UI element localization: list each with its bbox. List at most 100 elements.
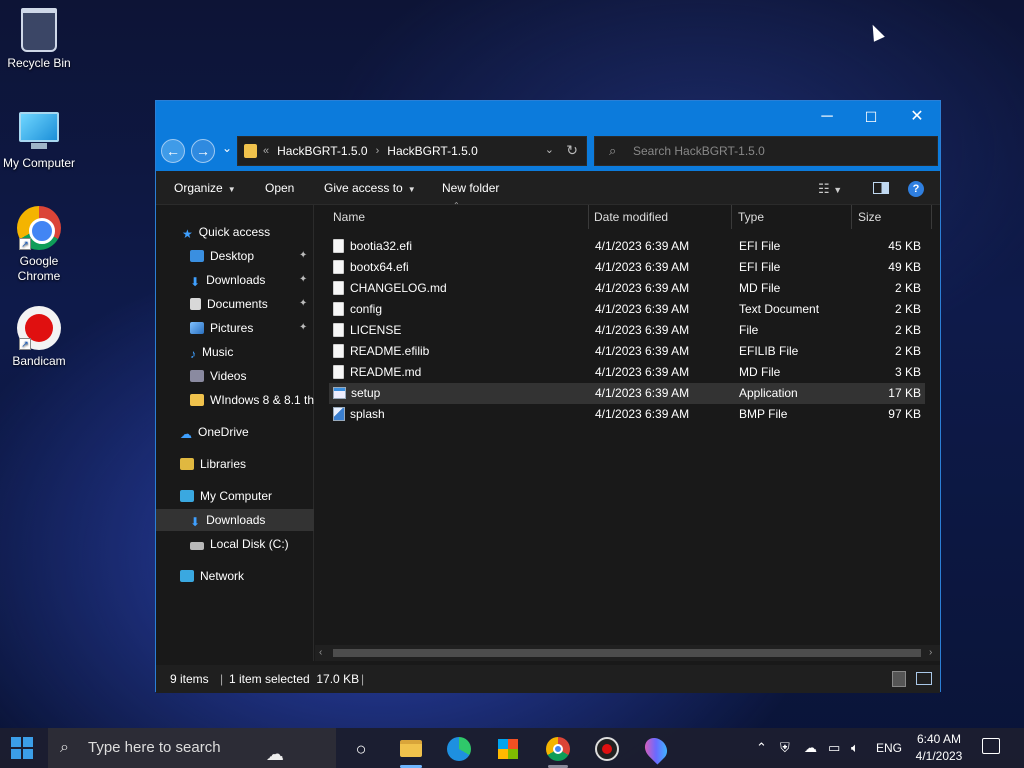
nav-label: Videos [210,369,247,383]
clock[interactable]: 6:40 AM 4/1/2023 [906,731,972,765]
file-name-cell: config [333,299,382,320]
open-button[interactable]: Open [265,171,294,205]
large-icons-view-icon[interactable] [916,672,932,685]
breadcrumb-separator-icon[interactable]: › [376,145,380,157]
table-row[interactable]: config 4/1/2023 6:39 AM Text Document 2 KB [329,299,925,320]
horizontal-scrollbar[interactable]: ‹ › [315,645,940,661]
weather-icon[interactable]: ☁ [266,734,284,768]
nav-downloads[interactable]: ⬇ Downloads ✦ [156,269,314,291]
scrollbar-thumb[interactable] [333,649,921,657]
desktop-icon-recycle-bin[interactable]: Recycle Bin [0,8,78,70]
file-icon [333,281,344,295]
folder-icon [190,394,204,406]
microsoft-store-icon[interactable] [493,734,523,764]
column-divider[interactable] [731,205,732,229]
nav-windows-folder[interactable]: WIndows 8 & 8.1 th [156,389,314,411]
scroll-left-icon[interactable]: ‹ [319,645,322,661]
desktop-icon-google-chrome[interactable]: ↗ Google Chrome [0,206,78,284]
table-row[interactable]: README.md 4/1/2023 6:39 AM MD File 3 KB [329,362,925,383]
address-overflow[interactable]: « [263,145,269,157]
pin-icon: ✦ [299,298,308,309]
column-divider[interactable] [851,205,852,229]
column-divider[interactable] [931,205,932,229]
organize-label: Organize [174,181,223,195]
nav-desktop[interactable]: Desktop ✦ [156,245,314,267]
minimize-button[interactable]: ─ [804,107,850,127]
forward-button[interactable]: → [191,139,215,163]
new-folder-button[interactable]: New folder [442,171,499,205]
file-name-cell: bootx64.efi [333,257,409,278]
column-header-size[interactable]: Size [858,205,881,229]
column-header-name[interactable]: Name [333,205,365,229]
change-view-icon[interactable]: ☷ ▼ [818,181,842,197]
desktop-icon-bandicam[interactable]: ↗ Bandicam [0,306,78,368]
show-hidden-icons-icon[interactable]: ⌃ [756,728,767,768]
type-cell: BMP File [739,407,788,421]
paint-app-icon[interactable] [640,733,672,765]
table-row[interactable]: CHANGELOG.md 4/1/2023 6:39 AM MD File 2 KB [329,278,925,299]
column-header-date[interactable]: Date modified [594,205,668,229]
maximize-button[interactable]: ☐ [848,107,894,127]
nav-network[interactable]: Network [156,565,314,587]
nav-pictures[interactable]: Pictures ✦ [156,317,314,339]
nav-music[interactable]: ♪ Music [156,341,314,363]
table-row[interactable]: bootia32.efi 4/1/2023 6:39 AM EFI File 45 K… [329,236,925,257]
table-row[interactable]: setup 4/1/2023 6:39 AM Application 17 KB [329,383,925,404]
column-header-type[interactable]: Type [738,205,764,229]
type-cell: EFI File [739,239,781,253]
address-bar[interactable]: « HackBGRT-1.5.0 › HackBGRT-1.5.0 ⌄ ↻ [237,136,587,166]
file-name-cell: CHANGELOG.md [333,278,447,299]
nav-onedrive[interactable]: ☁ OneDrive [156,421,314,443]
breadcrumb-item[interactable]: HackBGRT-1.5.0 [387,144,477,158]
nav-libraries[interactable]: Libraries [156,453,314,475]
recent-locations-chevron-icon[interactable]: ⌄ [222,141,232,155]
desktop-icon-my-computer[interactable]: My Computer [0,108,78,170]
nav-local-disk[interactable]: Local Disk (C:) [156,533,314,555]
help-icon[interactable]: ? [908,181,924,197]
notification-center-icon[interactable] [982,738,1000,754]
start-button[interactable] [11,737,35,759]
size-cell: 3 KB [894,365,921,379]
scroll-right-icon[interactable]: › [929,645,932,661]
taskbar-search-box[interactable]: ⌕ Type here to search ☁ [48,728,336,768]
chrome-taskbar-icon[interactable] [543,734,573,764]
organize-button[interactable]: Organize ▼ [174,171,236,205]
search-input[interactable]: ⌕ Search HackBGRT-1.5.0 [594,136,938,166]
table-row[interactable]: LICENSE 4/1/2023 6:39 AM File 2 KB [329,320,925,341]
column-divider[interactable] [588,205,589,229]
command-bar: Organize ▼ Open Give access to ▼ New folde… [156,171,940,205]
back-button[interactable]: ← [161,139,185,163]
preview-pane-icon[interactable] [873,182,889,194]
give-access-button[interactable]: Give access to ▼ [324,171,416,205]
task-view-icon[interactable]: ○ [346,734,376,764]
language-indicator[interactable]: ENG [876,728,902,768]
close-button[interactable]: ✕ [894,107,940,127]
table-row[interactable]: bootx64.efi 4/1/2023 6:39 AM EFI File 49 KB [329,257,925,278]
nav-my-computer[interactable]: My Computer [156,485,314,507]
refresh-icon[interactable]: ↻ [566,142,578,159]
table-row[interactable]: splash 4/1/2023 6:39 AM BMP File 97 KB [329,404,925,425]
caret-down-icon: ▼ [227,185,236,194]
volume-icon[interactable]: 🔈︎ [851,728,859,768]
size-cell: 49 KB [888,260,921,274]
nav-documents[interactable]: Documents ✦ [156,293,314,315]
table-row[interactable]: README.efilib 4/1/2023 6:39 AM EFILIB File… [329,341,925,362]
file-name-cell: LICENSE [333,320,401,341]
file-explorer-taskbar-icon[interactable] [396,734,426,764]
onedrive-offline-icon[interactable]: ☁ [804,728,817,768]
nav-downloads-selected[interactable]: ⬇ Downloads [156,509,314,531]
security-shield-icon[interactable]: ⛨ [780,728,790,768]
file-name: setup [351,386,381,400]
details-view-icon[interactable] [892,671,906,687]
nav-quick-access[interactable]: ★ Quick access [156,221,314,243]
file-name: LICENSE [350,323,402,337]
bandicam-taskbar-icon[interactable] [592,734,622,764]
edge-icon[interactable] [444,734,474,764]
file-list: ⌃ Name Date modified Type Size bootia32.… [315,201,940,661]
file-icon [333,239,344,253]
status-separator: | [220,672,224,686]
nav-videos[interactable]: Videos [156,365,314,387]
network-icon[interactable]: ▭ [828,728,840,768]
address-dropdown-icon[interactable]: ⌄ [545,143,554,156]
breadcrumb-item[interactable]: HackBGRT-1.5.0 [277,144,367,158]
